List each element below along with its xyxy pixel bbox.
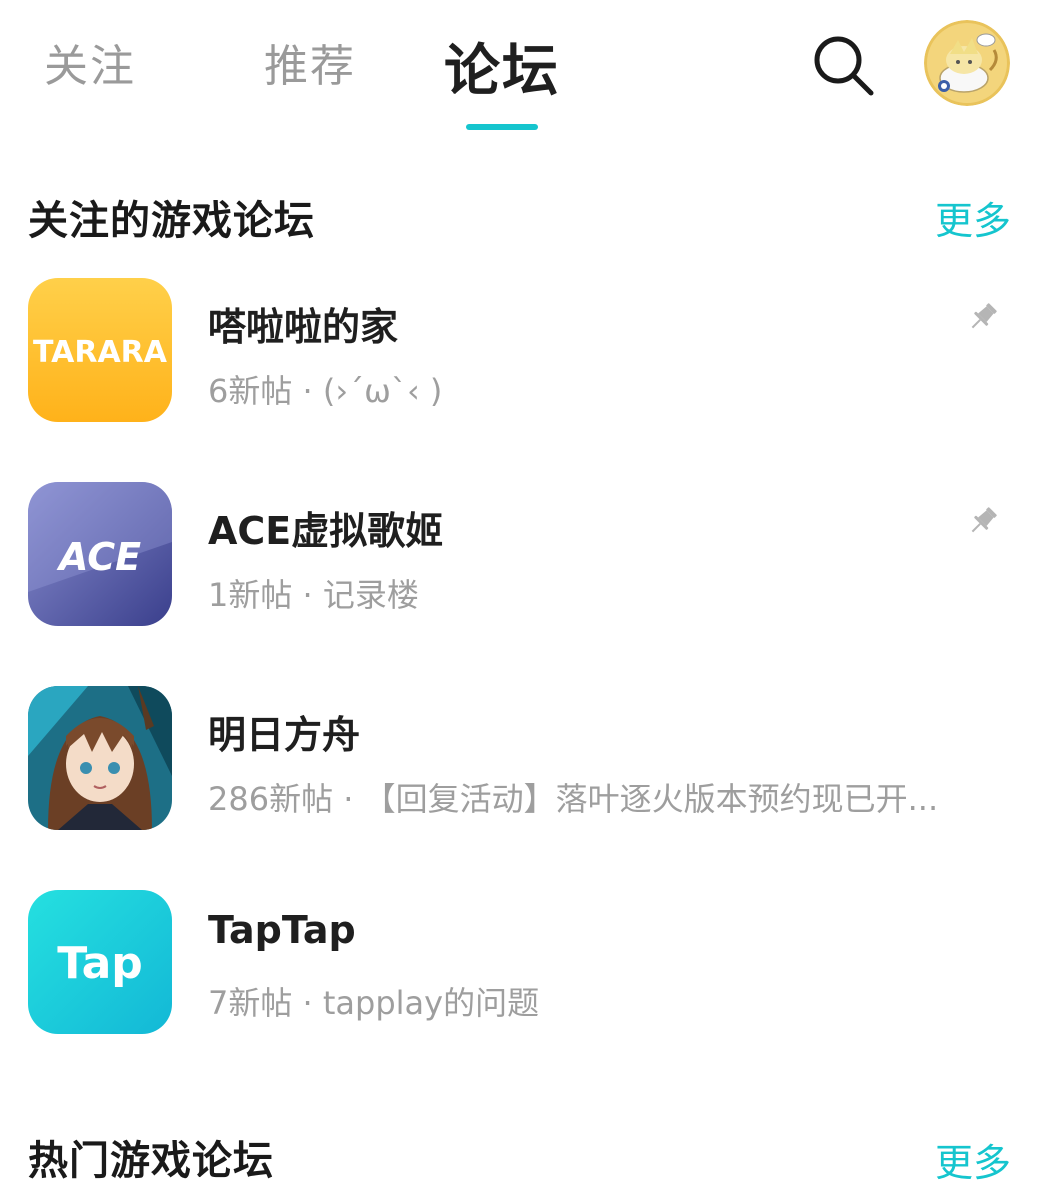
followed-forums-more-link[interactable]: 更多 — [935, 190, 1011, 245]
forum-page: 关注 推荐 论坛 关注的游戏论坛 更多 TARARA 嗒啦啦的家 6新帖 · (… — [0, 0, 1047, 1198]
tab-following[interactable]: 关注 — [44, 30, 136, 94]
search-button[interactable] — [808, 30, 878, 100]
forum-item-taptap[interactable]: Tap TapTap 7新帖 · tapplay的问题 — [0, 890, 1047, 1050]
pin-button[interactable] — [966, 300, 1000, 334]
forum-name: 嗒啦啦的家 — [208, 305, 399, 349]
ace-icon-text: ACE — [56, 535, 141, 579]
forum-item-arknights[interactable]: 明日方舟 286新帖 · 【回复活动】落叶逐火版本预约现已开... — [0, 686, 1047, 846]
pin-icon — [971, 303, 997, 329]
hot-forums-more-link[interactable]: 更多 — [935, 1132, 1011, 1187]
tarara-app-icon: TARARA — [28, 278, 172, 422]
forum-name: 明日方舟 — [208, 713, 361, 757]
active-tab-indicator — [466, 124, 538, 130]
followed-forums-title: 关注的游戏论坛 — [28, 198, 315, 244]
taptap-app-icon: Tap — [28, 890, 172, 1034]
forum-subtitle: 7新帖 · tapplay的问题 — [208, 984, 540, 1022]
forum-item-tarara[interactable]: TARARA 嗒啦啦的家 6新帖 · (›´ω`‹ ) — [0, 278, 1047, 438]
pin-button[interactable] — [966, 504, 1000, 538]
taptap-icon-text: Tap — [57, 938, 143, 989]
tab-forum[interactable]: 论坛 — [444, 26, 560, 107]
forum-subtitle: 6新帖 · (›´ω`‹ ) — [208, 372, 443, 410]
tarara-icon-text: TARARA — [33, 335, 168, 370]
tab-recommend[interactable]: 推荐 — [264, 30, 356, 94]
forum-name: ACE虚拟歌姬 — [208, 509, 444, 553]
arknights-app-icon — [28, 686, 172, 830]
pin-icon — [971, 507, 997, 533]
forum-name: TapTap — [208, 908, 356, 952]
forum-subtitle: 286新帖 · 【回复活动】落叶逐火版本预约现已开... — [208, 780, 939, 818]
ace-app-icon: ACE — [28, 482, 172, 626]
forum-item-ace[interactable]: ACE ACE虚拟歌姬 1新帖 · 记录楼 — [0, 482, 1047, 642]
avatar[interactable] — [924, 20, 1010, 106]
avatar-image — [924, 20, 1010, 106]
top-tab-bar: 关注 推荐 论坛 — [0, 0, 1047, 140]
forum-subtitle: 1新帖 · 记录楼 — [208, 576, 419, 614]
search-icon — [814, 36, 874, 96]
hot-forums-title: 热门游戏论坛 — [28, 1138, 274, 1184]
